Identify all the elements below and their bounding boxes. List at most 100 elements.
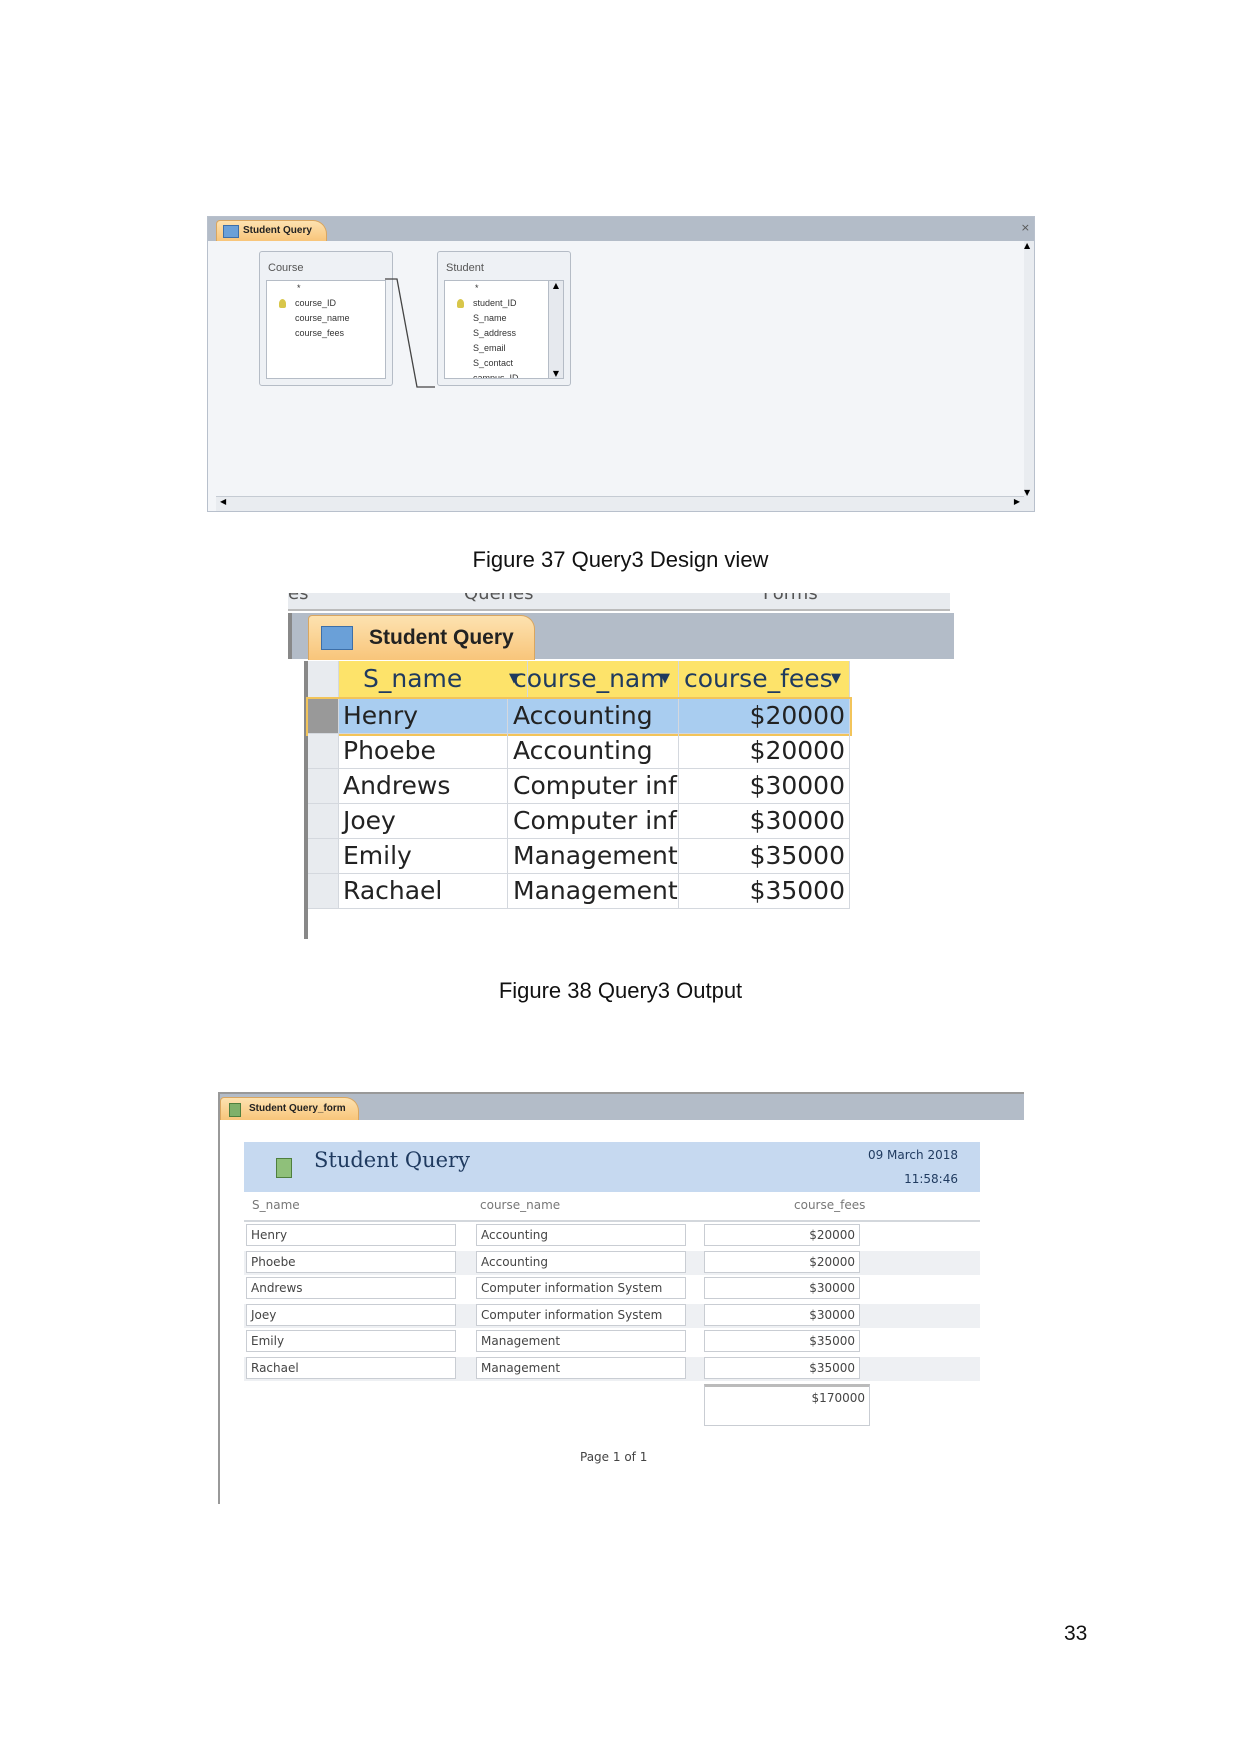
tab-student-query-form[interactable]: Student Query_form — [220, 1097, 359, 1120]
form-field[interactable]: Andrews — [246, 1277, 456, 1299]
form-row: Henry Accounting $20000 — [244, 1224, 980, 1248]
field-item[interactable]: campus_ID — [445, 371, 549, 378]
table-cell: $20000 — [679, 699, 850, 733]
datasheet-grid: S_name ▼ course_nam ▼ course_fees ▼ Henry Accou… — [304, 661, 928, 939]
field-item[interactable]: course_name — [267, 311, 385, 326]
nav-tab[interactable]: Forms — [763, 593, 818, 604]
query-icon — [223, 225, 239, 238]
table-cell: Management — [508, 839, 679, 873]
form-field[interactable]: $35000 — [704, 1330, 860, 1352]
tab-bar: Student Query_form — [220, 1092, 1024, 1120]
form-field[interactable]: Henry — [246, 1224, 456, 1246]
table-cell: Andrews — [338, 769, 508, 803]
tab-bar: Student Query × — [208, 217, 1034, 241]
field-item[interactable]: S_address — [445, 326, 549, 341]
row-selector[interactable] — [308, 769, 339, 803]
field-item[interactable]: student_ID — [445, 296, 549, 311]
row-selector[interactable] — [308, 874, 339, 908]
table-row[interactable]: JoeyComputer infor$30000 — [308, 804, 850, 839]
table-cell: $20000 — [679, 734, 850, 768]
tab-student-query[interactable]: Student Query — [216, 220, 327, 241]
report-time: 11:58:46 — [904, 1172, 958, 1186]
form-field[interactable]: $20000 — [704, 1250, 860, 1273]
column-header[interactable]: course_fees ▼ — [679, 661, 850, 697]
tab-student-query[interactable]: Student Query — [308, 615, 535, 660]
table-cell: Henry — [338, 699, 508, 733]
form-icon — [276, 1158, 292, 1178]
form-field[interactable]: $30000 — [704, 1303, 860, 1326]
field-item[interactable]: * — [267, 281, 385, 296]
form-rows: Henry Accounting $20000 Phoebe Accounting $20… — [244, 1220, 980, 1381]
form-field[interactable]: Joey — [246, 1303, 456, 1326]
select-all[interactable] — [308, 661, 339, 697]
row-selector[interactable] — [308, 804, 339, 838]
nav-tab[interactable]: Queries — [464, 593, 534, 604]
table-row[interactable]: Rachael Management $35000 — [308, 874, 850, 909]
table-cell: $35000 — [679, 874, 850, 908]
dropdown-arrow-icon[interactable]: ▼ — [660, 661, 670, 697]
row-selector[interactable] — [308, 699, 339, 733]
form-field[interactable]: $20000 — [704, 1224, 860, 1246]
row-selector[interactable] — [308, 839, 339, 873]
form-row: Rachael Management $35000 — [244, 1356, 980, 1381]
form-field[interactable]: $30000 — [704, 1277, 860, 1299]
figure-caption: Figure 37 Query3 Design view — [472, 547, 769, 572]
table-cell: Emily — [338, 839, 508, 873]
form-row: Phoebe Accounting $20000 — [244, 1250, 980, 1275]
field-item[interactable]: course_ID — [267, 296, 385, 311]
scrollbar[interactable]: ▲ ▼ — [548, 280, 564, 379]
form-field[interactable]: Rachael — [246, 1356, 456, 1379]
table-cell: $30000 — [679, 769, 850, 803]
tab-label: Student Query — [243, 225, 312, 236]
table-row[interactable]: Phoebe Accounting $20000 — [308, 734, 850, 769]
form-field[interactable]: Computer information System — [476, 1303, 686, 1326]
form-field[interactable]: Management — [476, 1330, 686, 1352]
form-field[interactable]: Management — [476, 1356, 686, 1379]
horizontal-scrollbar[interactable]: ◀ ▶ — [216, 496, 1034, 511]
row-selector[interactable] — [308, 734, 339, 768]
column-header[interactable]: course_nam ▼ — [508, 661, 679, 697]
column-name: S_name — [363, 664, 463, 693]
table-cell: Computer infor — [508, 769, 679, 803]
form-icon — [229, 1103, 241, 1117]
form-field[interactable]: Accounting — [476, 1224, 686, 1246]
column-header: S_name — [252, 1198, 300, 1212]
column-name: course_nam — [513, 664, 665, 693]
form-field[interactable]: Emily — [246, 1330, 456, 1352]
table-row[interactable]: AndrewsComputer infor$30000 — [308, 769, 850, 804]
field-name: student_ID — [473, 298, 517, 308]
close-icon[interactable]: × — [1021, 221, 1030, 234]
header-row: S_name ▼ course_nam ▼ course_fees ▼ — [308, 661, 850, 698]
column-header[interactable]: S_name ▼ — [338, 661, 528, 697]
tab-bar: Student Query — [288, 613, 954, 660]
table-cell: Joey — [338, 804, 508, 838]
nav-tab[interactable]: es — [288, 593, 308, 604]
column-header: course_name — [480, 1198, 561, 1212]
table-course[interactable]: Course * course_ID course_name course_fees — [259, 251, 393, 386]
form-field[interactable]: $35000 — [704, 1356, 860, 1379]
field-item[interactable]: * — [445, 281, 549, 296]
report-date: 09 March 2018 — [867, 1148, 958, 1162]
table-row[interactable]: Henry Accounting $20000 — [306, 697, 852, 736]
table-cell: Rachael — [338, 874, 508, 908]
field-item[interactable]: S_email — [445, 341, 549, 356]
table-cell: $35000 — [679, 839, 850, 873]
column-header: course_fees — [794, 1198, 866, 1212]
form-title: Student Query — [314, 1148, 470, 1172]
field-item[interactable]: course_fees — [267, 326, 385, 341]
table-student[interactable]: Student * student_ID S_name S_address S_emai… — [437, 251, 571, 386]
vertical-scrollbar[interactable]: ▲ ▼ — [1024, 241, 1034, 497]
field-item[interactable]: S_contact — [445, 356, 549, 371]
table-cell: Computer infor — [508, 804, 679, 838]
document-page: Student Query × Course * course_ID course_… — [0, 0, 1241, 1754]
form-field[interactable]: Phoebe — [246, 1250, 456, 1273]
form-row: Emily Management $35000 — [244, 1330, 980, 1354]
form-field[interactable]: Accounting — [476, 1250, 686, 1273]
field-item[interactable]: S_name — [445, 311, 549, 326]
form-field[interactable]: Computer information System — [476, 1277, 686, 1299]
table-cell: Accounting — [508, 699, 679, 733]
table-row[interactable]: Emily Management $35000 — [308, 839, 850, 874]
page-number: 33 — [1064, 1622, 1088, 1645]
tab-label: Student Query_form — [249, 1103, 346, 1114]
dropdown-arrow-icon[interactable]: ▼ — [831, 661, 841, 697]
